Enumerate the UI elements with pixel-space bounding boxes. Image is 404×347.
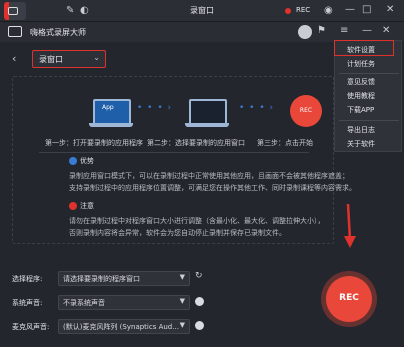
system-audio-label: 系统声音:	[12, 299, 43, 307]
mic-select[interactable]: (默认)麦克风阵列 (Synaptics Aud... ▼	[58, 319, 190, 334]
advantage-title: 优势	[69, 156, 94, 166]
system-audio-value: 不录系统声音	[63, 299, 105, 307]
menu-item-tutorial[interactable]: 使用教程	[335, 89, 401, 103]
menu-separator	[339, 73, 399, 74]
menu-item-export-log[interactable]: 导出日志	[335, 123, 401, 137]
gift-icon[interactable]: ⚑	[317, 25, 326, 37]
menu-icon[interactable]: ≡	[340, 25, 348, 37]
logo-icon	[8, 26, 22, 37]
camera-icon[interactable]: ◉	[324, 5, 333, 17]
menu-item-feedback[interactable]: 意见反馈	[335, 75, 401, 89]
minimize-icon[interactable]: —	[345, 4, 355, 16]
step2-label: 第二步：选择要录制的应用窗口	[147, 139, 245, 147]
menu-item-schedule[interactable]: 计划任务	[335, 57, 401, 71]
step1-label: 第一步：打开要录制的应用程序	[45, 139, 143, 147]
maximize-icon[interactable]: □	[362, 4, 371, 16]
program-label: 选择程序:	[12, 275, 43, 283]
mic-select-value: (默认)麦克风阵列 (Synaptics Aud...	[63, 323, 179, 331]
program-select[interactable]: 请选择要录制的程序窗口 ▼	[58, 271, 190, 286]
close-icon[interactable]: ✕	[386, 4, 394, 16]
recording-dot-icon	[285, 8, 291, 14]
system-audio-select[interactable]: 不录系统声音 ▼	[58, 295, 190, 310]
refresh-icon[interactable]: ↻	[195, 270, 203, 282]
advantage-line-2: 支持录制过程中的应用程序位置调整，可满足您在操作其他工作、同时录制课程等内容需求…	[69, 184, 356, 192]
divider	[39, 152, 309, 153]
rec-button-label: REC	[339, 293, 359, 303]
rec-button[interactable]: REC	[326, 276, 372, 322]
step3-rec-label: REC	[299, 107, 313, 114]
mode-select[interactable]: 录窗口 ⌄	[32, 50, 106, 68]
arrow-dots: • • • ›	[137, 103, 173, 113]
thumbs-up-icon	[69, 157, 77, 165]
warning-icon	[69, 202, 77, 210]
close-window-icon[interactable]: ✕	[382, 25, 390, 37]
mic-label: 麦克风声音:	[12, 323, 50, 331]
os-window-title: 录窗口	[190, 6, 214, 15]
program-select-value: 请选择要录制的程序窗口	[63, 275, 140, 283]
settings-dropdown-menu: 软件设置 计划任务 意见反馈 使用教程 下载APP 导出日志 关于软件	[334, 40, 402, 152]
app-titlebar: 嗨格式录屏大师 ⚑ ≡ — ✕	[0, 22, 404, 42]
back-icon[interactable]: ‹	[12, 52, 16, 65]
annotation-highlight-box	[334, 40, 394, 56]
caret-down-icon: ▼	[179, 273, 185, 281]
app-name: 嗨格式录屏大师	[30, 28, 86, 37]
menu-item-about[interactable]: 关于软件	[335, 137, 401, 151]
arrow-dots: • • • ›	[239, 103, 275, 113]
step3-illustration: REC	[288, 93, 328, 131]
caret-down-icon: ▼	[179, 297, 185, 305]
notice-title: 注意	[69, 201, 94, 211]
step1-illustration: App	[89, 95, 137, 133]
advantage-line-1: 录制应用窗口模式下，可以在录制过程中正常使用其他应用，且画面不会被其他程序遮盖；	[69, 172, 349, 180]
step3-label: 第三步：点击开始	[257, 139, 313, 147]
menu-item-download-app[interactable]: 下载APP	[335, 103, 401, 117]
avatar[interactable]	[298, 25, 312, 39]
minimize-window-icon[interactable]: —	[362, 25, 372, 37]
annotation-arrow-icon	[344, 204, 356, 248]
mode-select-label: 录窗口	[39, 55, 63, 64]
menu-separator	[339, 120, 399, 121]
caret-down-icon: ▼	[179, 321, 185, 329]
app-icon-label: App	[102, 104, 114, 111]
instruction-panel: App • • • › • • • › REC 第一步：打开要录制的应用程序 第…	[12, 76, 356, 244]
notice-line-1: 请勿在录制过程中对程序窗口大小进行调整（含最小化、最大化、调整拉伸大小），	[69, 217, 325, 225]
step2-illustration	[185, 95, 233, 133]
notice-line-2: 否则录制内容将会异常，软件会为您自动停止录制并保存已录制文件。	[69, 229, 286, 237]
speaker-mute-icon[interactable]	[195, 297, 204, 306]
chevron-down-icon: ⌄	[93, 53, 100, 62]
os-titlebar: ✎ ◐ 录窗口 REC ◉ — □ ✕	[0, 0, 404, 22]
mic-mute-icon[interactable]	[195, 321, 204, 330]
rec-indicator: REC	[296, 6, 311, 14]
